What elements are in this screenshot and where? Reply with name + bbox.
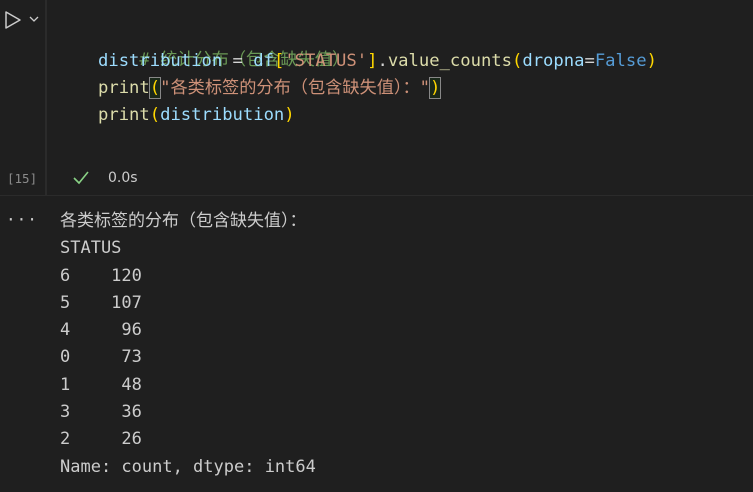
output-line: 6 120 [60, 265, 142, 286]
output-line: Name: count, dtype: int64 [60, 456, 316, 477]
output-line: STATUS [60, 238, 122, 259]
code-paren: ( [148, 77, 162, 99]
code-variable: distribution [160, 105, 285, 125]
code-function: print [98, 105, 150, 125]
output-line: 4 96 [60, 320, 142, 341]
code-string: "各类标签的分布（包含缺失值）：" [160, 78, 431, 98]
code-bracket: [ [273, 51, 285, 71]
code-function: print [98, 78, 150, 98]
code-paren: ( [512, 51, 523, 71]
code-operator: = [584, 51, 595, 71]
output-line: 1 48 [60, 374, 142, 395]
code-object: df [253, 51, 274, 71]
output-line: 5 107 [60, 292, 142, 313]
code-operator: = [222, 51, 254, 71]
output-line: 3 36 [60, 402, 142, 423]
code-string: 'STATUS' [284, 51, 368, 71]
cell-output: 各类标签的分布（包含缺失值）： STATUS 6 120 5 107 4 96 … [60, 208, 316, 481]
execution-time: 0.0s [108, 170, 138, 186]
output-line: 2 26 [60, 429, 142, 450]
code-paren: ) [646, 51, 657, 71]
code-paren: ) [428, 77, 442, 99]
code-keyword: False [594, 51, 647, 71]
run-cell-button[interactable] [2, 9, 24, 31]
code-param: dropna [522, 51, 585, 71]
check-icon [73, 171, 89, 185]
play-triangle-icon [5, 11, 21, 29]
code-method: value_counts [387, 51, 512, 71]
run-options-chevron[interactable] [27, 12, 41, 26]
code-line-1: # 统计分布（包含缺失值） [98, 20, 349, 70]
code-line-4: print(distribution) [98, 102, 295, 129]
code-paren: ) [284, 105, 295, 125]
output-line: 0 73 [60, 347, 142, 368]
code-variable: distribution [98, 51, 223, 71]
code-dot: . [377, 51, 388, 71]
code-line-2: distribution = df['STATUS'].value_counts… [98, 48, 657, 75]
code-line-3: print("各类标签的分布（包含缺失值）：") [98, 75, 442, 102]
ellipsis-icon[interactable]: ··· [6, 210, 38, 229]
output-line: 各类标签的分布（包含缺失值）： [60, 211, 307, 231]
code-paren: ( [149, 105, 161, 125]
chevron-down-icon [29, 16, 39, 22]
notebook-cell: # 统计分布（包含缺失值） distribution = df['STATUS'… [0, 0, 753, 196]
code-bracket: ] [367, 51, 378, 71]
cell-divider [0, 195, 753, 196]
execution-count: [15] [7, 171, 38, 186]
